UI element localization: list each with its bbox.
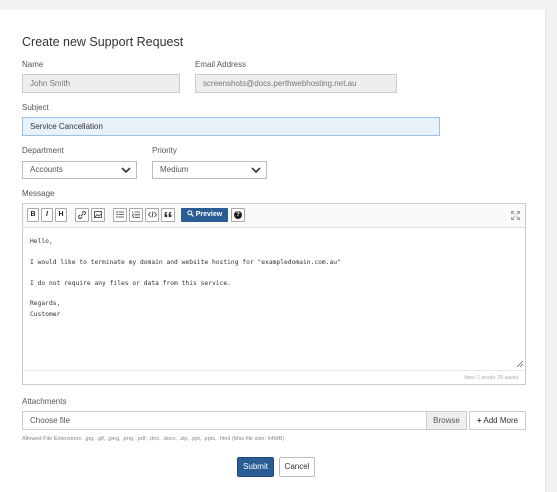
name-label: Name <box>22 60 44 69</box>
code-button[interactable] <box>145 208 159 222</box>
help-button[interactable]: ? <box>231 208 245 222</box>
subject-input[interactable]: Service Cancellation <box>22 117 440 136</box>
email-field[interactable]: screenshots@docs.perthwebhosting.net.au <box>195 74 397 93</box>
submit-button[interactable]: Submit <box>237 457 274 477</box>
editor-status: lines: 1 words: 26 saved <box>464 375 518 381</box>
name-field[interactable]: John Smith <box>22 74 180 93</box>
help-icon: ? <box>234 211 242 219</box>
file-input[interactable]: Choose file <box>22 411 427 430</box>
editor-toolbar: B I H Preview ? <box>23 204 525 228</box>
message-label: Message <box>22 189 55 198</box>
resize-handle-icon[interactable] <box>516 360 524 368</box>
bold-button[interactable]: B <box>27 208 39 222</box>
image-button[interactable] <box>91 208 105 222</box>
italic-button[interactable]: I <box>41 208 53 222</box>
bullet-list-button[interactable] <box>113 208 127 222</box>
heading-button[interactable]: H <box>55 208 67 222</box>
priority-value: Medium <box>160 165 189 174</box>
cancel-button[interactable]: Cancel <box>279 457 315 477</box>
department-value: Accounts <box>30 165 63 174</box>
fullscreen-icon[interactable] <box>511 211 520 220</box>
attachments-label: Attachments <box>22 397 67 406</box>
link-button[interactable] <box>75 208 89 222</box>
add-more-label: Add More <box>483 416 519 425</box>
markdown-editor: B I H Preview ? Hello, I would like to t <box>22 203 526 385</box>
department-label: Department <box>22 146 64 155</box>
email-label: Email Address <box>195 60 247 69</box>
subject-label: Subject <box>22 103 49 112</box>
department-select[interactable]: Accounts <box>22 161 137 179</box>
preview-label: Preview <box>195 211 223 218</box>
image-icon <box>94 211 102 218</box>
priority-select[interactable]: Medium <box>152 161 267 179</box>
plus-icon: + <box>476 416 482 425</box>
add-more-button[interactable]: + Add More <box>469 411 526 430</box>
chevron-down-icon <box>121 167 131 174</box>
bullet-list-icon <box>116 211 124 218</box>
numbered-list-button[interactable] <box>129 208 143 222</box>
browse-button[interactable]: Browse <box>427 411 467 430</box>
code-icon <box>147 211 157 218</box>
quote-icon <box>164 211 172 217</box>
link-icon <box>78 211 86 219</box>
allowed-extensions-hint: Allowed File Extensions: .jpg, .gif, .jp… <box>22 436 285 442</box>
chevron-down-icon <box>251 167 261 174</box>
search-icon <box>187 210 194 217</box>
quote-button[interactable] <box>161 208 175 222</box>
numbered-list-icon <box>131 211 140 219</box>
message-textarea[interactable]: Hello, I would like to terminate my doma… <box>23 228 525 371</box>
page-title: Create new Support Request <box>22 35 184 49</box>
priority-label: Priority <box>152 146 177 155</box>
preview-button[interactable]: Preview <box>181 208 228 222</box>
